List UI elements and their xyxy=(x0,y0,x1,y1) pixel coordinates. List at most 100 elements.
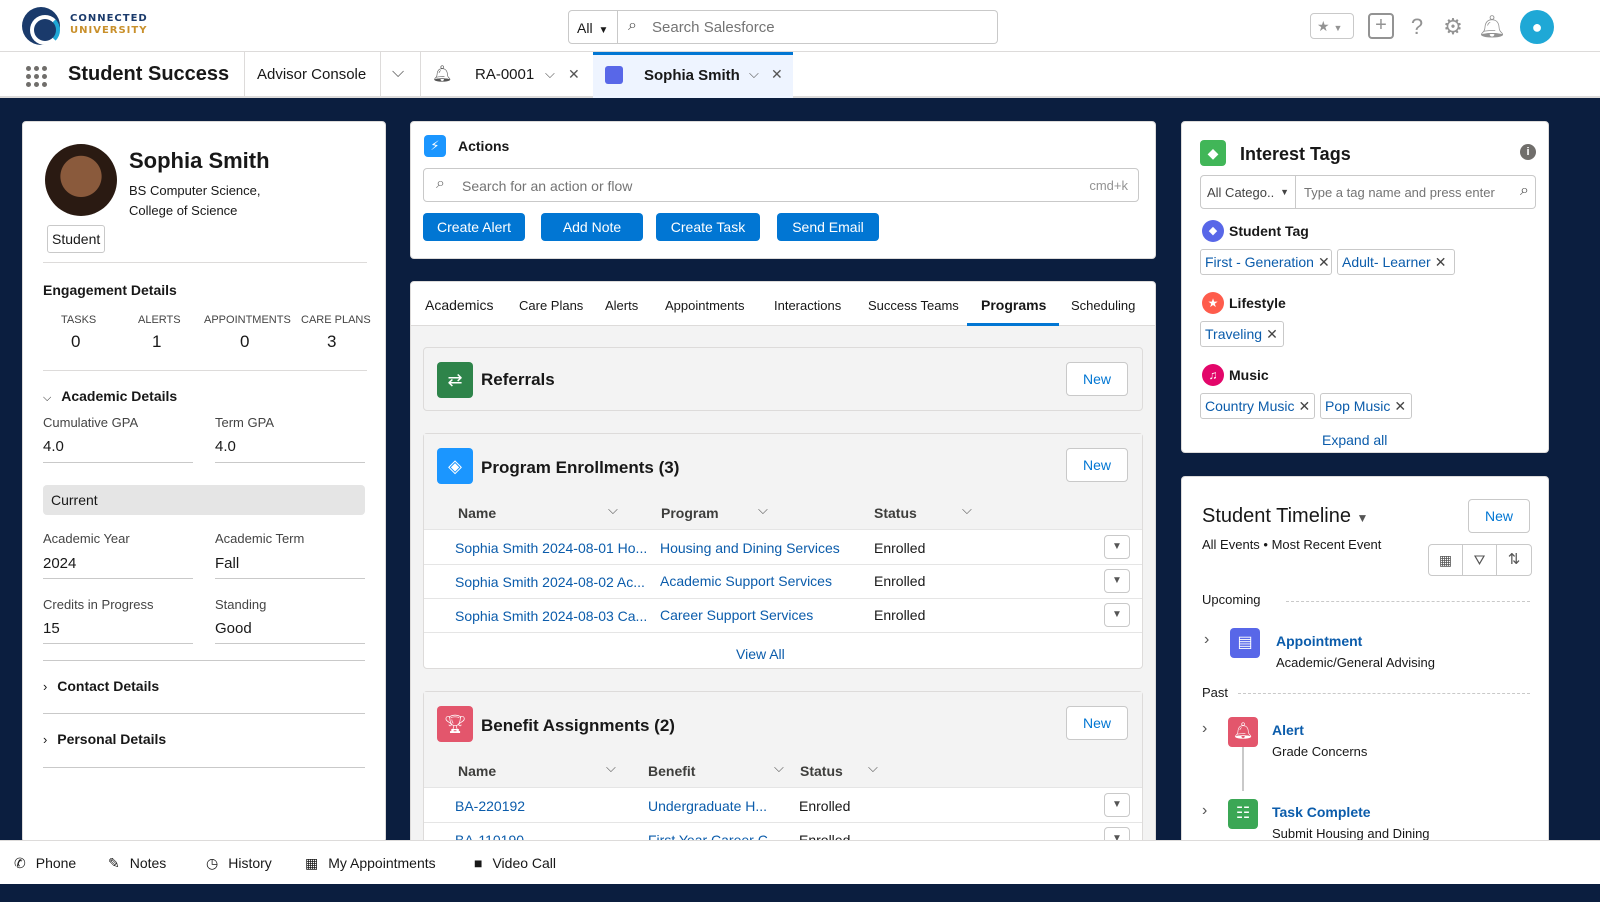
personal-details-toggle[interactable]: › Personal Details xyxy=(43,731,166,747)
enrollment-name-link[interactable]: Sophia Smith 2024-08-01 Ho... xyxy=(455,540,647,556)
row-actions-menu[interactable]: ▼ xyxy=(1104,535,1130,559)
column-header-name[interactable]: Name xyxy=(458,763,496,779)
search-scope-dropdown[interactable]: All ▼ xyxy=(568,10,618,44)
tab-academics[interactable]: Academics xyxy=(425,297,493,313)
row-actions-menu[interactable]: ▼ xyxy=(1104,603,1130,627)
favorites-button[interactable]: ★ ▼ xyxy=(1310,13,1354,39)
column-header-program[interactable]: Program xyxy=(661,505,719,521)
global-actions-plus-icon[interactable]: + xyxy=(1368,13,1394,39)
tag-pill[interactable]: Traveling ✕ xyxy=(1200,321,1284,347)
timeline-item-title[interactable]: Appointment xyxy=(1276,633,1362,649)
notification-bell-icon[interactable]: 🔔︎ xyxy=(1478,14,1506,40)
tag-pill-label: Country Music xyxy=(1205,398,1295,414)
chevron-down-icon[interactable]: ⌵ xyxy=(608,502,618,518)
tag-pill[interactable]: First - Generation ✕ xyxy=(1200,249,1332,275)
chevron-down-icon[interactable]: ⌵ xyxy=(606,760,616,776)
console-navigation-label[interactable]: Advisor Console xyxy=(257,66,366,83)
chevron-down-icon[interactable]: ⌵ xyxy=(392,64,404,82)
app-launcher-icon[interactable] xyxy=(24,64,48,88)
sort-icon[interactable]: ⇅ xyxy=(1497,545,1531,575)
calendar-icon: ▦ xyxy=(305,855,319,871)
tab-alerts[interactable]: Alerts xyxy=(605,298,638,313)
utility-video-call[interactable]: ■ Video Call xyxy=(474,855,556,871)
tab-success-teams[interactable]: Success Teams xyxy=(868,298,959,313)
benefit-link[interactable]: Undergraduate H... xyxy=(648,798,767,814)
utility-my-appointments[interactable]: ▦ My Appointments xyxy=(305,855,436,872)
contact-details-toggle[interactable]: › Contact Details xyxy=(43,678,159,694)
close-icon[interactable]: ✕ xyxy=(1318,254,1330,270)
info-icon[interactable]: i xyxy=(1520,144,1536,160)
close-icon[interactable]: ✕ xyxy=(1435,254,1447,270)
enrollment-name-link[interactable]: Sophia Smith 2024-08-02 Ac... xyxy=(455,574,645,590)
action-search-input[interactable]: ⌕ Search for an action or flow cmd+k xyxy=(423,168,1139,202)
timeline-new-button[interactable]: New xyxy=(1468,499,1530,533)
close-icon[interactable]: ✕ xyxy=(568,66,580,83)
chevron-down-icon: ▼ xyxy=(1333,23,1343,33)
enrollment-program-link[interactable]: Housing and Dining Services xyxy=(660,540,840,556)
university-logo[interactable] xyxy=(22,7,60,45)
filter-icon[interactable]: ⛛ xyxy=(1463,545,1497,575)
column-header-status[interactable]: Status xyxy=(874,505,917,521)
tag-name-input[interactable]: Type a tag name and press enter ⌕ xyxy=(1296,175,1536,209)
tab-sophia-smith[interactable]: Sophia Smith ⌵ ✕ xyxy=(593,52,793,98)
column-header-status[interactable]: Status xyxy=(800,763,843,779)
view-all-link[interactable]: View All xyxy=(736,646,785,662)
student-tag-group-icon: ◆ xyxy=(1202,220,1224,242)
lightning-icon: ⚡︎ xyxy=(424,135,446,157)
calendar-icon[interactable]: ▦ xyxy=(1429,545,1463,575)
chevron-right-icon[interactable]: › xyxy=(1202,802,1207,820)
utility-phone[interactable]: ✆ Phone xyxy=(14,855,76,872)
tab-ra-0001[interactable]: RA-0001 xyxy=(475,66,534,83)
chevron-down-icon[interactable]: ⌵ xyxy=(962,502,972,518)
close-icon[interactable]: ✕ xyxy=(771,66,783,83)
program-enrollments-new-button[interactable]: New xyxy=(1066,448,1128,482)
tag-pill[interactable]: Country Music ✕ xyxy=(1200,393,1315,419)
student-timeline-title[interactable]: Student Timeline ▼ xyxy=(1202,505,1368,528)
enrollment-program-link[interactable]: Career Support Services xyxy=(660,607,813,623)
referrals-new-button[interactable]: New xyxy=(1066,362,1128,396)
global-search-input[interactable]: ⌕ Search Salesforce xyxy=(618,10,998,44)
enrollment-program-link[interactable]: Academic Support Services xyxy=(660,573,832,589)
utility-notes[interactable]: ✎ Notes xyxy=(108,855,166,872)
tab-scheduling[interactable]: Scheduling xyxy=(1071,298,1135,313)
tab-care-plans[interactable]: Care Plans xyxy=(519,298,583,313)
task-icon: ☷ xyxy=(1228,799,1258,829)
benefit-assignments-new-button[interactable]: New xyxy=(1066,706,1128,740)
academic-details-toggle[interactable]: ⌵ Academic Details xyxy=(43,388,177,405)
chevron-down-icon[interactable]: ⌵ xyxy=(545,66,555,82)
utility-history[interactable]: ◷ History xyxy=(206,855,272,872)
tag-pill[interactable]: Pop Music ✕ xyxy=(1320,393,1412,419)
row-actions-menu[interactable]: ▼ xyxy=(1104,793,1130,817)
user-avatar-button[interactable]: ● xyxy=(1520,10,1554,44)
chevron-right-icon[interactable]: › xyxy=(1202,720,1207,738)
chevron-down-icon[interactable]: ⌵ xyxy=(868,760,878,776)
timeline-item-title[interactable]: Task Complete xyxy=(1272,804,1371,820)
chevron-down-icon[interactable]: ⌵ xyxy=(758,502,768,518)
expand-all-link[interactable]: Expand all xyxy=(1322,432,1387,448)
help-icon[interactable]: ? xyxy=(1404,14,1430,40)
row-actions-menu[interactable]: ▼ xyxy=(1104,569,1130,593)
tab-interactions[interactable]: Interactions xyxy=(774,298,841,313)
tab-programs[interactable]: Programs xyxy=(981,297,1046,313)
benefit-assignment-link[interactable]: BA-220192 xyxy=(455,798,525,814)
column-header-name[interactable]: Name xyxy=(458,505,496,521)
tag-pill-label: Pop Music xyxy=(1325,398,1391,414)
add-note-button[interactable]: Add Note xyxy=(541,213,643,241)
tab-appointments[interactable]: Appointments xyxy=(665,298,745,313)
gear-icon[interactable]: ⚙ xyxy=(1440,14,1466,40)
tag-pill[interactable]: Adult- Learner ✕ xyxy=(1337,249,1455,275)
send-email-button[interactable]: Send Email xyxy=(777,213,879,241)
create-alert-button[interactable]: Create Alert xyxy=(423,213,525,241)
chevron-right-icon[interactable]: › xyxy=(1204,631,1209,649)
close-icon[interactable]: ✕ xyxy=(1266,326,1278,342)
tag-category-select[interactable]: All Catego.. ▼ xyxy=(1200,175,1296,209)
timeline-item-title[interactable]: Alert xyxy=(1272,722,1304,738)
global-header: CONNECTED UNIVERSITY All ▼ ⌕ Search Sale… xyxy=(0,0,1600,52)
chevron-down-icon[interactable]: ⌵ xyxy=(774,760,784,776)
close-icon[interactable]: ✕ xyxy=(1298,398,1310,414)
chevron-down-icon[interactable]: ⌵ xyxy=(749,66,759,82)
close-icon[interactable]: ✕ xyxy=(1394,398,1406,414)
create-task-button[interactable]: Create Task xyxy=(656,213,760,241)
enrollment-name-link[interactable]: Sophia Smith 2024-08-03 Ca... xyxy=(455,608,647,624)
column-header-benefit[interactable]: Benefit xyxy=(648,763,695,779)
